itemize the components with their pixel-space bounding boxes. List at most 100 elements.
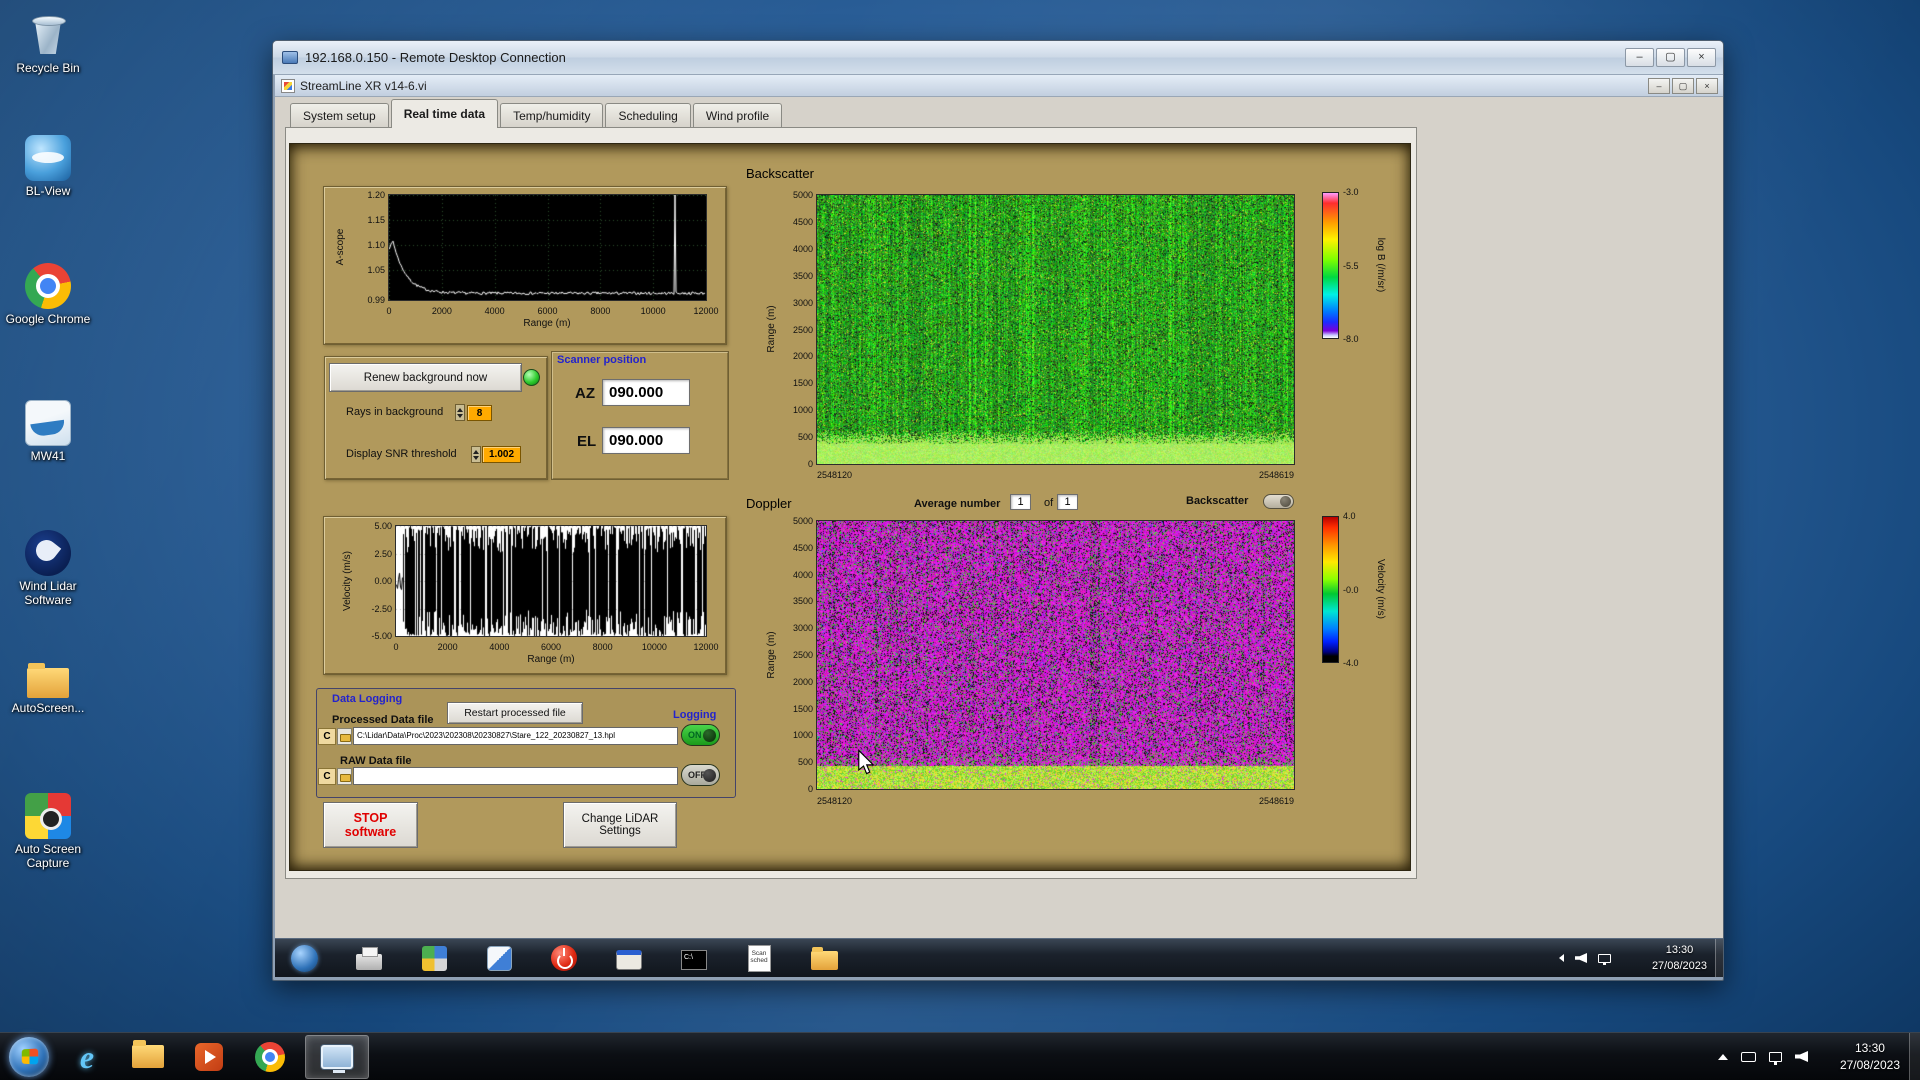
windows-explorer-icon[interactable] bbox=[122, 1035, 174, 1079]
host-clock[interactable]: 13:30 27/08/2023 bbox=[1840, 1040, 1900, 1074]
rdp-maximize-button[interactable]: ▢ bbox=[1656, 48, 1685, 67]
remote-clock[interactable]: 13:30 27/08/2023 bbox=[1652, 942, 1707, 974]
raw-toggle-label: OFF bbox=[688, 770, 706, 780]
power-off-icon[interactable] bbox=[545, 942, 583, 974]
show-desktop-button[interactable] bbox=[1909, 1033, 1920, 1080]
processed-data-file-label: Processed Data file bbox=[332, 714, 434, 726]
show-hidden-icons-button[interactable] bbox=[1718, 1053, 1728, 1060]
processed-toggle-label: ON bbox=[688, 730, 702, 740]
axis-tick-label: 1.05 bbox=[367, 265, 385, 275]
axis-tick-label: 12000 bbox=[693, 306, 719, 316]
net-glyph bbox=[1769, 1051, 1782, 1065]
desktop-icon-label: AutoScreen... bbox=[11, 701, 85, 715]
axis-tick-label: 2000 bbox=[431, 306, 452, 316]
app-minimize-button[interactable]: – bbox=[1648, 78, 1670, 94]
velocity-plot-frame bbox=[395, 525, 707, 637]
network-icon[interactable] bbox=[1769, 1051, 1782, 1065]
mwapp-glyph bbox=[486, 945, 512, 971]
renew-background-led bbox=[523, 369, 540, 386]
renew-background-button[interactable]: Renew background now bbox=[329, 363, 522, 392]
processed-browse-button[interactable] bbox=[337, 728, 352, 745]
scan-sched-icon[interactable]: Scan sched bbox=[740, 942, 778, 974]
raw-logging-toggle[interactable]: OFF bbox=[681, 764, 720, 786]
restart-processed-file-button[interactable]: Restart processed file bbox=[447, 702, 583, 724]
grid-app-icon[interactable] bbox=[415, 942, 453, 974]
az-field[interactable]: 090.000 bbox=[602, 379, 690, 406]
recycle-glyph bbox=[25, 12, 71, 58]
chrome-taskbar-icon[interactable] bbox=[244, 1035, 296, 1079]
processed-logging-toggle[interactable]: ON bbox=[681, 724, 720, 746]
stop-software-button[interactable]: STOP software bbox=[323, 802, 418, 848]
input-indicator-icon[interactable] bbox=[1741, 1051, 1756, 1062]
rays-spinner[interactable] bbox=[455, 404, 465, 421]
raw-browse-button[interactable] bbox=[337, 768, 352, 785]
remote-hidden-icons-button[interactable] bbox=[1559, 954, 1564, 962]
remote-network-icon[interactable] bbox=[1598, 953, 1611, 965]
volume-icon[interactable] bbox=[1795, 1051, 1808, 1062]
axis-tick-label: 10000 bbox=[640, 306, 666, 316]
axis-tick-label: 12000 bbox=[693, 642, 719, 652]
recycle-bin-icon[interactable]: Recycle Bin bbox=[2, 12, 94, 75]
snr-threshold-field[interactable]: 1.002 bbox=[482, 446, 521, 463]
tab-scheduling[interactable]: Scheduling bbox=[605, 103, 691, 127]
raw-drive-selector[interactable]: C bbox=[318, 768, 336, 785]
autoscreen-folder-icon[interactable]: AutoScreen... bbox=[2, 658, 94, 715]
rdp-titlebar[interactable]: 192.168.0.150 - Remote Desktop Connectio… bbox=[273, 41, 1723, 75]
desktop-icon-label: MW41 bbox=[30, 449, 66, 463]
bl-view-icon[interactable]: BL-View bbox=[2, 135, 94, 198]
stop-button-line1: STOP bbox=[353, 811, 388, 825]
mw41-icon[interactable]: MW41 bbox=[2, 400, 94, 463]
axis-tick-label: 4000 bbox=[484, 306, 505, 316]
google-chrome-icon[interactable]: Google Chrome bbox=[2, 263, 94, 326]
raw-path-field[interactable] bbox=[353, 767, 678, 785]
start-button[interactable] bbox=[6, 1035, 52, 1079]
rdp-taskbar-button[interactable] bbox=[305, 1034, 369, 1079]
remote-taskbar-icons: C:\ Scan sched bbox=[285, 939, 843, 977]
axis-tick-label: 2000 bbox=[437, 642, 458, 652]
axis-tick-label: 2000 bbox=[792, 676, 813, 687]
velocity-x-axis-title: Range (m) bbox=[527, 654, 575, 665]
rdp-window-title: 192.168.0.150 - Remote Desktop Connectio… bbox=[305, 50, 566, 65]
ie-glyph: e bbox=[79, 1038, 95, 1075]
auto-screen-capture-icon[interactable]: Auto Screen Capture bbox=[2, 793, 94, 870]
printer-icon[interactable] bbox=[350, 942, 388, 974]
xpwin-glyph bbox=[616, 950, 642, 970]
axis-tick-label: 6000 bbox=[537, 306, 558, 316]
axis-tick-label: 8000 bbox=[590, 306, 611, 316]
wind-lidar-software-icon[interactable]: Wind Lidar Software bbox=[2, 530, 94, 607]
mw-app-icon[interactable] bbox=[480, 942, 518, 974]
rays-in-background-field[interactable]: 8 bbox=[467, 405, 492, 421]
axis-tick-label: 2548619 bbox=[1258, 470, 1294, 480]
tab-wind-profile[interactable]: Wind profile bbox=[692, 103, 783, 127]
axis-tick-label: -0.0 bbox=[1343, 584, 1359, 595]
remote-folder-icon[interactable] bbox=[805, 942, 843, 974]
axis-tick-label: 5000 bbox=[792, 190, 813, 200]
axis-tick-label: 2548120 bbox=[817, 796, 853, 806]
tab-real-time-data[interactable]: Real time data bbox=[390, 99, 499, 128]
el-field[interactable]: 090.000 bbox=[602, 427, 690, 454]
snr-spinner[interactable] bbox=[471, 446, 481, 463]
internet-explorer-icon[interactable]: e bbox=[61, 1035, 113, 1079]
backscatter-toggle[interactable] bbox=[1263, 494, 1294, 509]
axis-tick-label: 5.00 bbox=[374, 521, 392, 531]
remote-show-desktop-button[interactable] bbox=[1715, 939, 1723, 977]
app-close-button[interactable]: × bbox=[1696, 78, 1718, 94]
rdp-close-button[interactable]: × bbox=[1687, 48, 1716, 67]
app-titlebar[interactable]: StreamLine XR v14-6.vi – ▢ × bbox=[275, 75, 1723, 97]
app-restore-button[interactable]: ▢ bbox=[1672, 78, 1694, 94]
processed-path-field[interactable]: C:\Lidar\Data\Proc\2023\202308\20230827\… bbox=[353, 727, 678, 745]
command-prompt-icon[interactable]: C:\ bbox=[675, 942, 713, 974]
rdp-minimize-button[interactable]: – bbox=[1625, 48, 1654, 67]
xp-window-icon[interactable] bbox=[610, 942, 648, 974]
average-number-field[interactable]: 1 bbox=[1010, 494, 1031, 510]
remote-start-button[interactable] bbox=[285, 942, 323, 974]
axis-tick-label: 2000 bbox=[792, 351, 813, 362]
tab-temp-humidity[interactable]: Temp/humidity bbox=[500, 103, 604, 127]
vol-glyph bbox=[1795, 1051, 1808, 1062]
remote-volume-icon[interactable] bbox=[1575, 953, 1587, 963]
average-total-field[interactable]: 1 bbox=[1057, 494, 1078, 510]
tab-system-setup[interactable]: System setup bbox=[290, 103, 389, 127]
media-player-icon[interactable] bbox=[183, 1035, 235, 1079]
processed-drive-selector[interactable]: C bbox=[318, 728, 336, 745]
change-lidar-settings-button[interactable]: Change LiDAR Settings bbox=[563, 802, 677, 848]
